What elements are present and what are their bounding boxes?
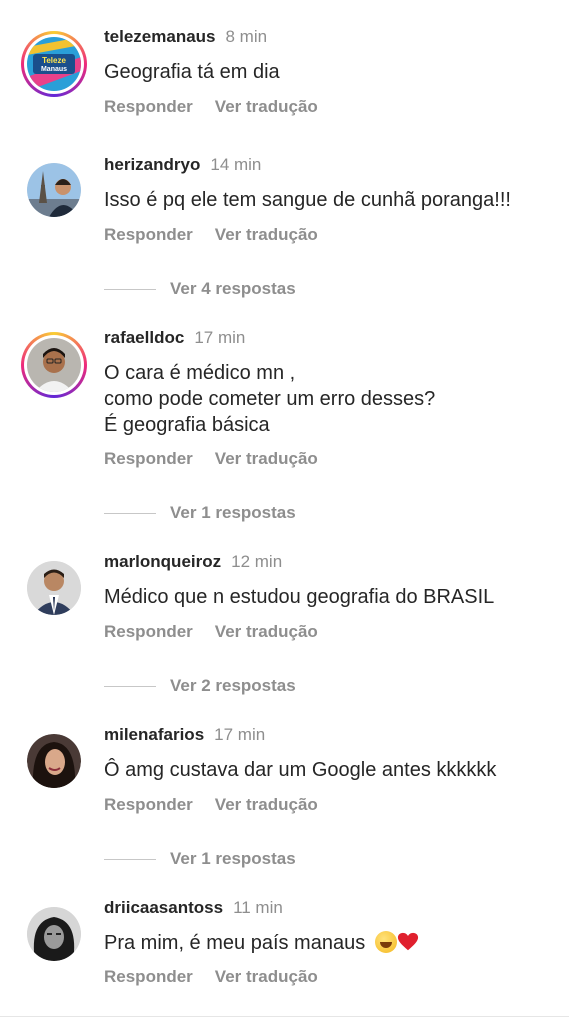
comment-username[interactable]: driicaasantoss 11 min [104, 898, 283, 918]
avatar[interactable] [27, 561, 81, 615]
comment-text: Geografia tá em dia [104, 61, 280, 83]
comment-username[interactable]: marlonqueiroz 12 min [104, 552, 282, 572]
replies-divider [104, 858, 156, 860]
comment-time: 17 min [194, 328, 246, 347]
avatar[interactable] [21, 332, 87, 398]
avatar[interactable] [27, 907, 81, 961]
view-replies-label[interactable]: Ver 1 respostas [170, 849, 296, 869]
comment-actions: Responder Ver tradução [104, 795, 318, 815]
telezemanaus-logo-icon: Teleze Manaus [27, 37, 81, 91]
bottom-divider [0, 1016, 569, 1017]
reply-button[interactable]: Responder [104, 967, 193, 986]
comment-time: 12 min [231, 552, 283, 571]
avatar-logo-line-1: Teleze [42, 56, 66, 65]
view-replies-button[interactable]: Ver 4 respostas [104, 278, 296, 300]
avatar-logo-line-2: Manaus [41, 66, 67, 73]
comment-time: 8 min [225, 27, 268, 46]
comment-text: Médico que n estudou geografia do BRASIL [104, 586, 495, 608]
replies-divider [104, 685, 156, 687]
comment-actions: Responder Ver tradução [104, 97, 318, 117]
comment-actions: Responder Ver tradução [104, 225, 318, 245]
comment-username[interactable]: rafaelldoc 17 min [104, 328, 245, 348]
comment-username[interactable]: milenafarios 17 min [104, 725, 265, 745]
translate-button[interactable]: Ver tradução [215, 622, 318, 641]
reply-button[interactable]: Responder [104, 97, 193, 116]
comment-username[interactable]: telezemanaus 8 min [104, 27, 267, 47]
view-replies-button[interactable]: Ver 1 respostas [104, 848, 296, 870]
comment-actions: Responder Ver tradução [104, 967, 318, 987]
comment-text: Pra mim, é meu país manaus [104, 930, 419, 956]
replies-divider [104, 288, 156, 290]
comment-time: 11 min [233, 898, 283, 917]
reply-button[interactable]: Responder [104, 225, 193, 244]
view-replies-label[interactable]: Ver 4 respostas [170, 279, 296, 299]
reply-button[interactable]: Responder [104, 622, 193, 641]
laughing-emoji-icon [374, 931, 397, 953]
user-photo-icon [27, 734, 81, 788]
comment-text-line: como pode cometer um erro desses? [104, 388, 436, 410]
avatar[interactable]: Teleze Manaus [21, 31, 87, 97]
comment-text-content: Pra mim, é meu país manaus [104, 932, 366, 954]
red-heart-icon [397, 932, 418, 951]
comment-text-line: É geografia básica [104, 414, 270, 436]
translate-button[interactable]: Ver tradução [215, 97, 318, 116]
comment-actions: Responder Ver tradução [104, 449, 318, 469]
user-photo-icon [27, 338, 81, 392]
user-photo-icon [27, 163, 81, 217]
translate-button[interactable]: Ver tradução [215, 449, 318, 468]
user-photo-icon [27, 907, 81, 961]
view-replies-label[interactable]: Ver 2 respostas [170, 676, 296, 696]
replies-divider [104, 512, 156, 514]
comment-time: 14 min [210, 155, 262, 174]
translate-button[interactable]: Ver tradução [215, 967, 318, 986]
comment-actions: Responder Ver tradução [104, 622, 318, 642]
comment-username[interactable]: herizandryo 14 min [104, 155, 261, 175]
translate-button[interactable]: Ver tradução [215, 795, 318, 814]
comment-text-line: O cara é médico mn , [104, 362, 296, 384]
avatar[interactable] [27, 734, 81, 788]
view-replies-label[interactable]: Ver 1 respostas [170, 503, 296, 523]
comment-time: 17 min [214, 725, 266, 744]
view-replies-button[interactable]: Ver 2 respostas [104, 675, 296, 697]
translate-button[interactable]: Ver tradução [215, 225, 318, 244]
user-photo-icon [27, 561, 81, 615]
reply-button[interactable]: Responder [104, 449, 193, 468]
comment-text: Ô amg custava dar um Google antes kkkkkk [104, 759, 497, 781]
comment-text: Isso é pq ele tem sangue de cunhã porang… [104, 189, 511, 211]
avatar[interactable] [27, 163, 81, 217]
view-replies-button[interactable]: Ver 1 respostas [104, 502, 296, 524]
comments-screen: Teleze Manaus telezemanaus 8 min Geografi… [0, 0, 569, 1024]
reply-button[interactable]: Responder [104, 795, 193, 814]
